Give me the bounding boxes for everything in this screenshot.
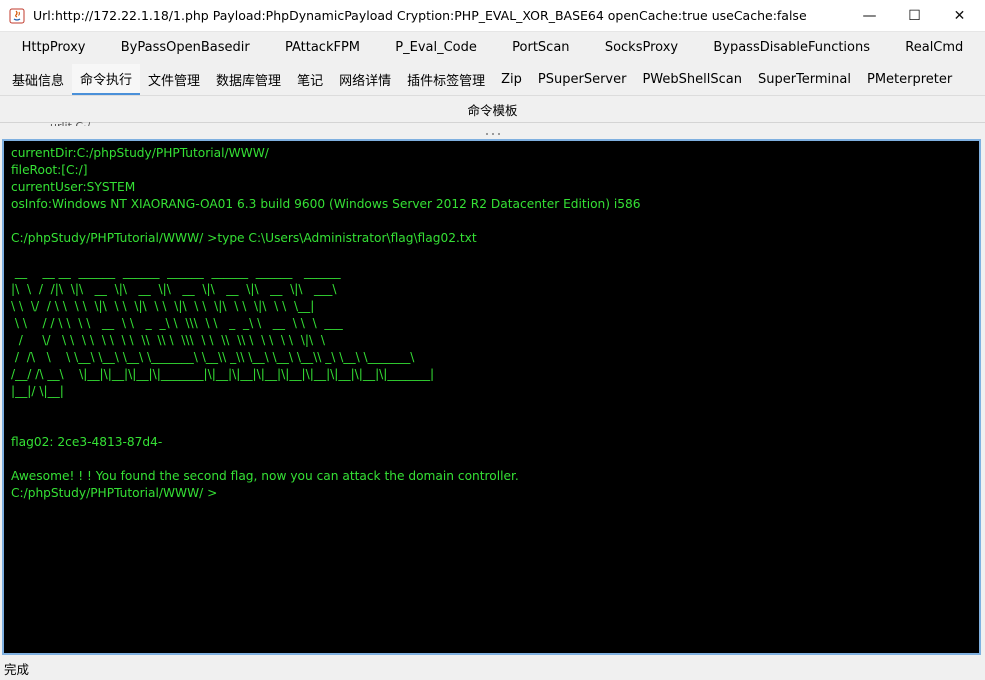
splitter[interactable]: urlit C·/ xyxy=(0,120,985,138)
minimize-button[interactable]: — xyxy=(847,0,892,32)
tab-pmeterpreter[interactable]: PMeterpreter xyxy=(859,64,960,95)
terminal-line: currentUser:SYSTEM xyxy=(11,180,136,194)
terminal-line: currentDir:C:/phpStudy/PHPTutorial/WWW/ xyxy=(11,146,269,160)
terminal-line: |__|/ \|__| xyxy=(11,384,64,398)
plugin-tab-bar: HttpProxy ByPassOpenBasedir PAttackFPM P… xyxy=(0,32,985,63)
title-bar: Url:http://172.22.1.18/1.php Payload:Php… xyxy=(0,0,985,32)
tab-realcmd[interactable]: RealCmd xyxy=(905,32,963,63)
close-button[interactable]: ✕ xyxy=(937,0,982,32)
tab-superterminal[interactable]: SuperTerminal xyxy=(750,64,859,95)
tab-bypassopenbasedir[interactable]: ByPassOpenBasedir xyxy=(121,32,250,63)
terminal-line: \ \ / / \ \ \ \ __ \ \ _ _\ \ \\\ \ \ _ … xyxy=(11,316,343,330)
main-tab-bar: 基础信息 命令执行 文件管理 数据库管理 笔记 网络详情 插件标签管理 Zip … xyxy=(0,64,985,95)
status-bar: 完成 xyxy=(0,656,985,680)
tab-psuperserver[interactable]: PSuperServer xyxy=(530,64,635,95)
tab-pwebshellscan[interactable]: PWebShellScan xyxy=(634,64,750,95)
terminal-line: flag02: 2ce3-4813-87d4- xyxy=(11,435,163,449)
tab-httpproxy[interactable]: HttpProxy xyxy=(22,32,86,63)
tab-basic-info[interactable]: 基础信息 xyxy=(4,64,72,95)
tab-socksproxy[interactable]: SocksProxy xyxy=(605,32,678,63)
tab-zip[interactable]: Zip xyxy=(493,64,530,95)
tab-notes[interactable]: 笔记 xyxy=(289,64,331,95)
status-text: 完成 xyxy=(4,661,30,677)
terminal-line: /__/ /\ __\ \|__|\|__|\|__|\|_______|\|_… xyxy=(11,367,435,381)
terminal-line: osInfo:Windows NT XIAORANG-OA01 6.3 buil… xyxy=(11,197,641,211)
tab-portscan[interactable]: PortScan xyxy=(512,32,569,63)
tab-command-exec[interactable]: 命令执行 xyxy=(72,64,141,95)
tab-pattackfpm[interactable]: PAttackFPM xyxy=(285,32,360,63)
tab-plugin-tag-manager[interactable]: 插件标签管理 xyxy=(399,64,493,95)
tab-file-manager[interactable]: 文件管理 xyxy=(140,64,208,95)
maximize-button[interactable]: ☐ xyxy=(892,0,937,32)
terminal-line: __ __ __ ______ ______ ______ ______ ___… xyxy=(11,265,341,279)
tab-database-manager[interactable]: 数据库管理 xyxy=(208,64,289,95)
terminal-output[interactable]: currentDir:C:/phpStudy/PHPTutorial/WWW/f… xyxy=(2,139,981,655)
tab-bypassdisablefunctions[interactable]: BypassDisableFunctions xyxy=(713,32,870,63)
command-template-bar: 命令模板 xyxy=(0,96,985,123)
java-app-icon xyxy=(9,8,25,24)
terminal-line: / /\ \ \ \__\ \__\ \__\ \_______\ \__\\ … xyxy=(11,350,415,364)
window-title: Url:http://172.22.1.18/1.php Payload:Php… xyxy=(33,8,807,23)
terminal-line: C:/phpStudy/PHPTutorial/WWW/ >type C:\Us… xyxy=(11,231,477,245)
terminal-line: C:/phpStudy/PHPTutorial/WWW/ > xyxy=(11,486,218,500)
tab-network-details[interactable]: 网络详情 xyxy=(331,64,399,95)
terminal-line: / \/ \ \ \ \ \ \ \ \ \\ \\ \ \\\ \ \ \\ … xyxy=(11,333,325,347)
tab-p-eval-code[interactable]: P_Eval_Code xyxy=(395,32,477,63)
clipped-text: urlit C·/ xyxy=(50,117,90,126)
terminal-line: |\ \ / /|\ \|\ __ \|\ __ \|\ __ \|\ __ \… xyxy=(11,282,337,296)
terminal-line: Awesome! ! ! You found the second flag, … xyxy=(11,469,519,483)
terminal-line: \ \ \/ / \ \ \ \ \|\ \ \ \|\ \ \ \|\ \ \… xyxy=(11,299,315,313)
terminal-line: fileRoot:[C:/] xyxy=(11,163,88,177)
splitter-grip-icon[interactable] xyxy=(486,133,500,136)
command-template-button[interactable]: 命令模板 xyxy=(467,100,517,119)
